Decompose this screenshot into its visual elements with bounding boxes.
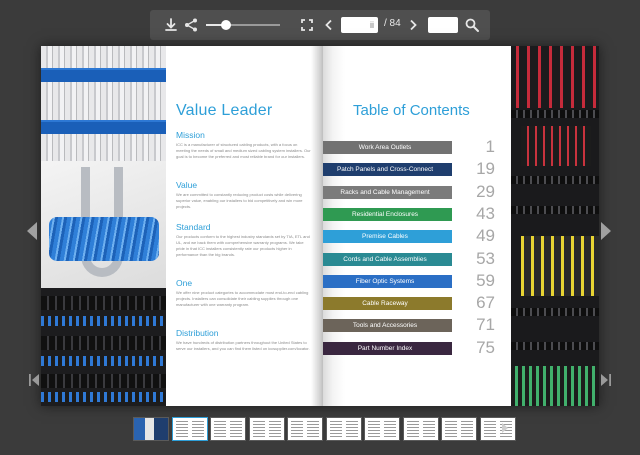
section-distribution: Distribution We have hundreds of distrib… [176, 328, 311, 352]
zoom-slider-knob[interactable] [220, 20, 231, 30]
page-thumbnail[interactable] [133, 417, 169, 441]
search-input[interactable] [428, 17, 458, 33]
search-icon[interactable] [464, 17, 480, 33]
section-mission: Mission ICC is a manufacturer of structu… [176, 130, 311, 160]
page-thumbnail[interactable] [479, 417, 516, 441]
thumbnail-next-icon[interactable] [502, 423, 508, 433]
section-body: We are committed to constantly reducing … [176, 192, 303, 209]
toc-item[interactable]: Residential Enclosures [318, 207, 452, 221]
page-right: Table of Contents Work Area Outlets 1 Patc… [318, 46, 511, 406]
yellow-cables [521, 236, 599, 296]
first-page-icon[interactable] [28, 373, 40, 387]
page-number-input[interactable] [341, 17, 378, 33]
toc-page-number[interactable]: 29 [461, 182, 495, 202]
share-icon[interactable] [183, 17, 199, 33]
download-icon[interactable] [163, 17, 179, 33]
toc-item[interactable]: Part Number Index [318, 341, 452, 355]
next-spread-arrow-icon[interactable] [601, 222, 611, 240]
last-page-icon[interactable] [600, 373, 612, 387]
fullscreen-icon[interactable] [299, 17, 315, 33]
toc-page-number[interactable]: 19 [461, 159, 495, 179]
toc-item[interactable]: Cords and Cable Assemblies [318, 252, 452, 266]
section-body: We have hundreds of distribution partner… [176, 340, 310, 351]
toc-item[interactable]: Racks and Cable Management [318, 185, 452, 199]
page-thumbnail[interactable] [402, 417, 439, 441]
cabling-photo-left [41, 46, 166, 406]
page-left: Value Leader Mission ICC is a manufactur… [166, 46, 321, 406]
toc-item[interactable]: Fiber Optic Systems [318, 274, 452, 288]
page-thumbnail[interactable] [287, 417, 323, 441]
green-cables [511, 366, 599, 406]
page-thumbnail[interactable] [210, 417, 246, 441]
section-standard: Standard Our products conform to the hig… [176, 222, 311, 258]
toc-page-number[interactable]: 1 [461, 137, 495, 157]
page-thumbnail[interactable] [441, 417, 477, 441]
section-value: Value We are committed to constantly red… [176, 180, 311, 210]
toc-item[interactable]: Cable Raceway [318, 297, 452, 311]
toc-page-number[interactable]: 43 [461, 204, 495, 224]
prev-page-icon[interactable] [321, 17, 337, 33]
toc-page-number[interactable]: 49 [461, 226, 495, 246]
patch-panel-photo [41, 288, 166, 406]
zoom-slider[interactable] [206, 20, 280, 30]
section-body: Our products conform to the highest indu… [176, 234, 310, 257]
book-spread[interactable]: Value Leader Mission ICC is a manufactur… [41, 46, 599, 406]
toc-page-number[interactable]: 59 [461, 271, 495, 291]
section-body: ICC is a manufacturer of structured cabl… [176, 142, 311, 159]
section-heading: Standard [176, 222, 211, 232]
page-thumbnail[interactable] [248, 417, 285, 441]
page-title-value-leader: Value Leader [176, 102, 273, 119]
toc-page-number[interactable]: 71 [461, 315, 495, 335]
network-rack-photo [511, 46, 599, 406]
section-heading: Distribution [176, 328, 219, 338]
prev-spread-arrow-icon[interactable] [27, 222, 37, 240]
toc-item[interactable]: Premise Cables [318, 230, 452, 244]
cable-bundle-photo [41, 46, 166, 161]
section-heading: One [176, 278, 193, 288]
page-total-label: / 84 [384, 18, 401, 29]
book-gutter [311, 46, 323, 406]
red-cables [511, 46, 599, 108]
toc-item[interactable]: Work Area Outlets [318, 141, 452, 154]
toc-page-number[interactable]: 75 [461, 338, 495, 358]
section-heading: Value [176, 180, 198, 190]
section-one: One We offer nine product categories to … [176, 278, 311, 308]
toc-page-number[interactable]: 67 [461, 293, 495, 313]
page-thumbnail[interactable] [171, 417, 208, 441]
toc-page-number[interactable]: 53 [461, 249, 495, 269]
section-body: We offer nine product categories to acco… [176, 290, 309, 307]
toc-title: Table of Contents [353, 102, 470, 119]
next-page-icon[interactable] [405, 17, 421, 33]
toc-item[interactable]: Patch Panels and Cross-Connect [318, 163, 452, 177]
toc-item[interactable]: Tools and Accessories [318, 319, 452, 333]
j-hook-photo [41, 161, 166, 288]
page-thumbnail[interactable] [325, 417, 362, 441]
page-thumbnail[interactable] [364, 417, 400, 441]
section-heading: Mission [176, 130, 205, 140]
